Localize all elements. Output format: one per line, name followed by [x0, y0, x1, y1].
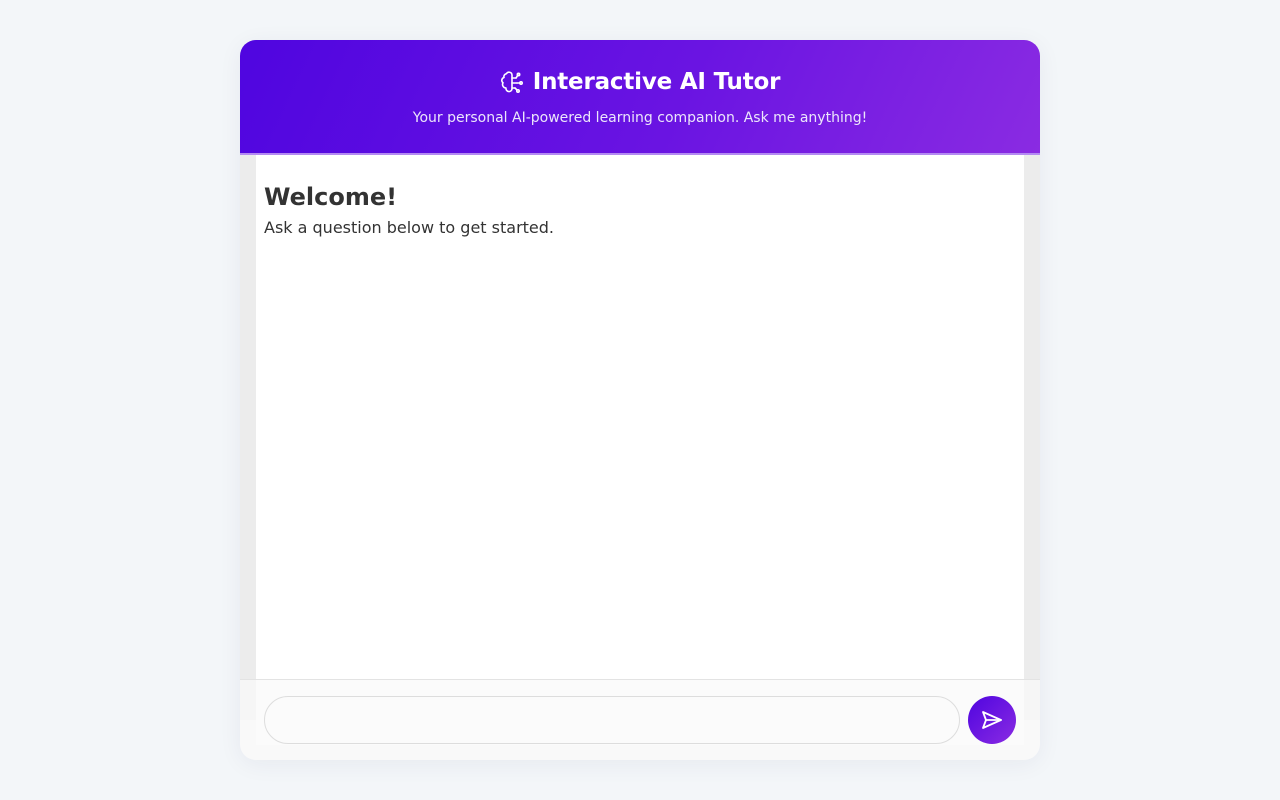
right-rail [1024, 155, 1040, 720]
app-subtitle: Your personal AI-powered learning compan… [412, 110, 868, 126]
tutor-app-card: Interactive AI Tutor Your personal AI-po… [240, 40, 1040, 760]
welcome-text: Ask a question below to get started. [264, 218, 554, 237]
app-header: Interactive AI Tutor Your personal AI-po… [240, 40, 1040, 155]
header-title-row: Interactive AI Tutor [240, 67, 1040, 97]
message-input-bar [240, 679, 1040, 760]
send-button[interactable] [968, 696, 1016, 744]
brain-icon [500, 70, 524, 94]
send-icon [980, 708, 1004, 732]
message-input[interactable] [264, 696, 960, 744]
welcome-heading: Welcome! [264, 183, 398, 211]
left-rail [240, 155, 256, 720]
app-title: Interactive AI Tutor [532, 69, 781, 95]
chat-messages-area[interactable]: Welcome! Ask a question below to get sta… [256, 155, 1024, 745]
